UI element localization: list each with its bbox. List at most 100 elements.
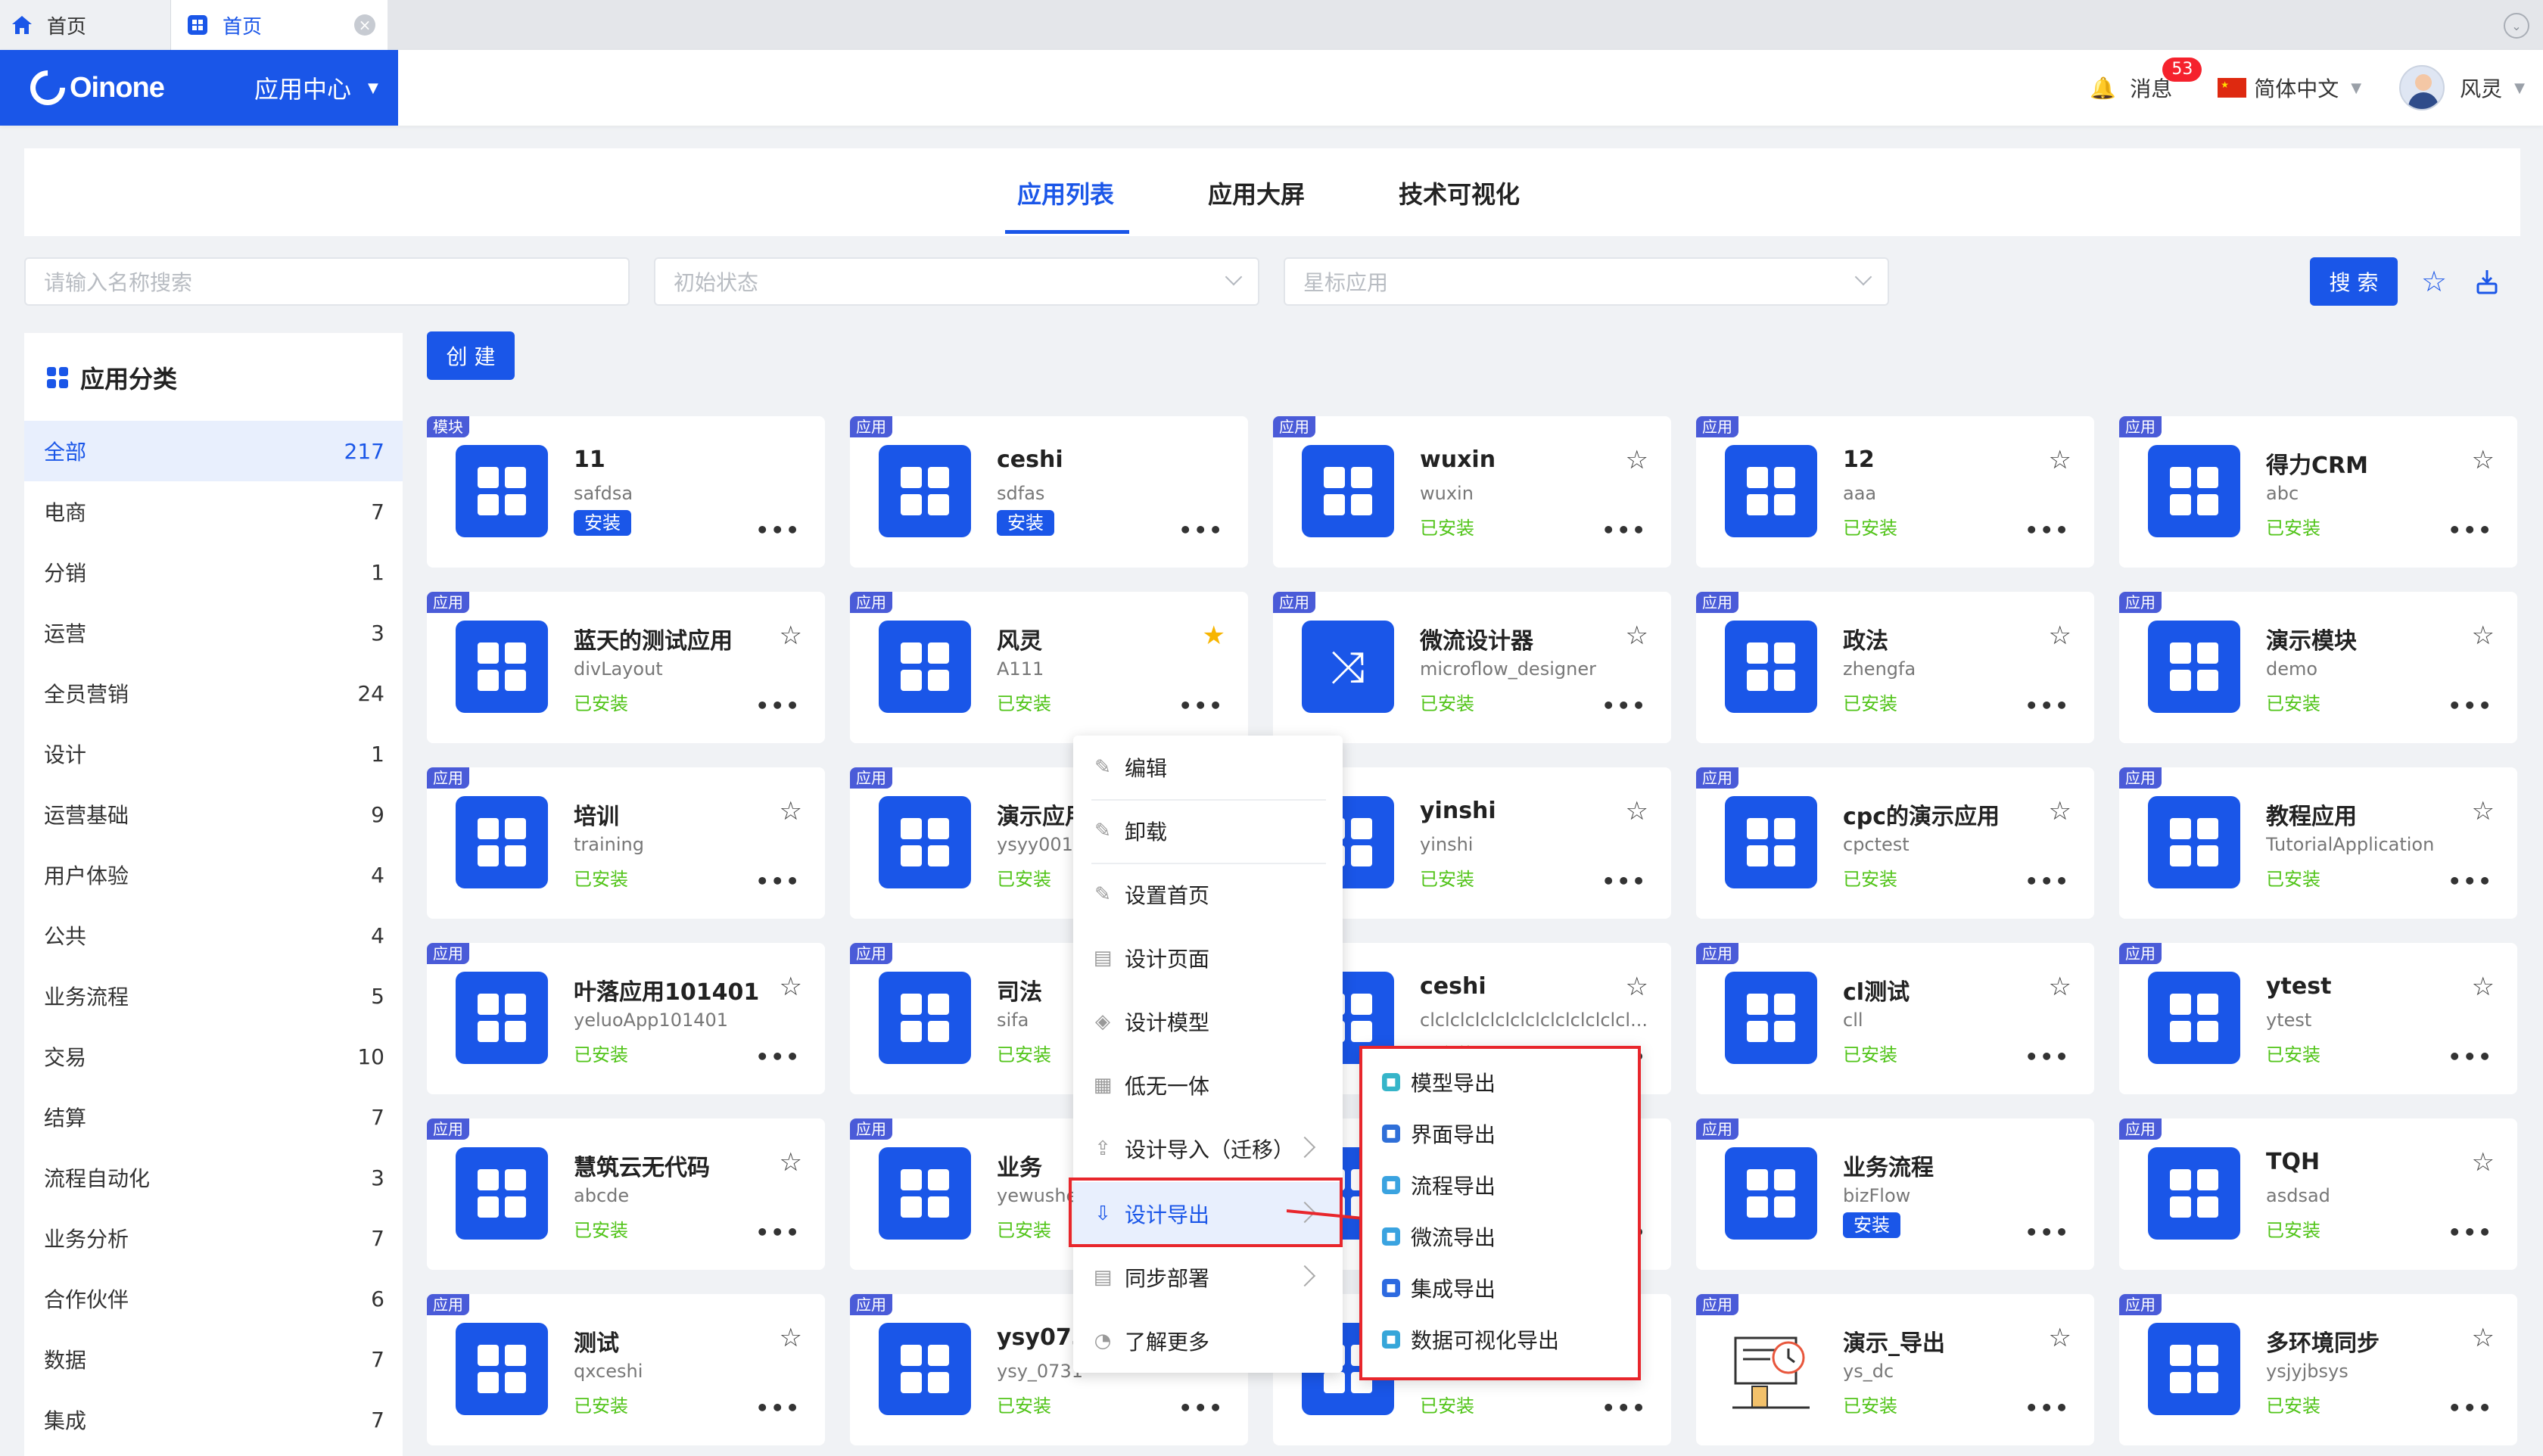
sidebar-item[interactable]: 业务流程 5 [24,966,403,1026]
chevron-down-icon[interactable]: ⌄ [2504,13,2529,39]
more-options-icon[interactable]: ••• [2448,518,2493,543]
star-icon[interactable]: ☆ [2472,445,2495,475]
more-options-icon[interactable]: ••• [755,1395,801,1420]
app-card[interactable]: 应用 演示_导出 ys_dc 已安装 ☆ ••• [1696,1294,2094,1445]
sidebar-item[interactable]: 全部 217 [24,421,403,481]
app-card[interactable]: 模块 11 safdsa 安装 ••• [427,416,825,568]
card-status[interactable]: 安装 [1843,1212,1900,1238]
tab-app-list[interactable]: 应用列表 [1017,176,1114,210]
star-icon[interactable]: ☆ [1626,445,1648,475]
app-card[interactable]: 应用 cl测试 cll 已安装 ☆ ••• [1696,943,2094,1094]
star-icon[interactable]: ☆ [2049,621,2071,651]
context-menu-item[interactable]: ◈ 设计模型 [1073,990,1343,1053]
messages-button[interactable]: 🔔 消息 53 [2090,58,2202,103]
more-options-icon[interactable]: ••• [755,693,801,718]
star-select[interactable]: 星标应用 [1284,257,1889,306]
more-options-icon[interactable]: ••• [2025,1044,2070,1069]
app-card[interactable]: 应用 演示模块 demo 已安装 ☆ ••• [2119,592,2517,743]
context-menu-item[interactable]: ✎ 卸载 [1073,799,1343,863]
star-icon[interactable]: ☆ [2049,796,2071,826]
search-button[interactable]: 搜 索 [2310,257,2398,306]
star-icon[interactable]: ☆ [780,1323,802,1353]
name-search-input[interactable]: 请输入名称搜索 [24,257,630,306]
star-icon[interactable]: ☆ [780,972,802,1002]
more-options-icon[interactable]: ••• [2448,693,2493,718]
language-select[interactable]: 简体中文 ▼ [2218,73,2361,103]
app-card[interactable]: 应用 风灵 A111 已安装 ★ ••• [850,592,1248,743]
context-menu-item[interactable]: ▤ 设计页面 [1073,926,1343,990]
sidebar-item[interactable]: 全员营销 24 [24,663,403,723]
tab-app-screen[interactable]: 应用大屏 [1208,176,1305,210]
star-icon[interactable]: ☆ [780,1147,802,1178]
install-icon[interactable] [2470,265,2504,298]
star-icon[interactable]: ☆ [2049,445,2071,475]
sidebar-item[interactable]: 结算 7 [24,1087,403,1147]
browser-tab-active[interactable]: 首页 × [171,0,388,50]
sidebar-item[interactable]: 分销 1 [24,542,403,602]
sidebar-item[interactable]: 用户体验 4 [24,845,403,905]
app-card[interactable]: 应用 政法 zhengfa 已安装 ☆ ••• [1696,592,2094,743]
context-menu-item[interactable]: ✎ 编辑 [1073,736,1343,799]
more-options-icon[interactable]: ••• [1601,693,1647,718]
sidebar-item[interactable]: 公共 4 [24,905,403,966]
star-icon[interactable]: ☆ [780,621,802,651]
more-options-icon[interactable]: ••• [2448,869,2493,894]
star-icon[interactable]: ☆ [1626,796,1648,826]
star-icon[interactable]: ☆ [2049,972,2071,1002]
app-card[interactable]: 应用 wuxin wuxin 已安装 ☆ ••• [1273,416,1671,568]
more-options-icon[interactable]: ••• [2025,1220,2070,1245]
sidebar-item[interactable]: 数据 7 [24,1329,403,1389]
sidebar-item[interactable]: 交易 10 [24,1026,403,1087]
more-options-icon[interactable]: ••• [755,1220,801,1245]
more-options-icon[interactable]: ••• [755,1044,801,1069]
app-card[interactable]: 应用 测试 qxceshi 已安装 ☆ ••• [427,1294,825,1445]
sidebar-item[interactable]: 运营基础 9 [24,784,403,845]
close-tab-icon[interactable]: × [354,14,375,36]
app-card[interactable]: 应用 ceshi sdfas 安装 ••• [850,416,1248,568]
more-options-icon[interactable]: ••• [2025,1395,2070,1420]
context-menu-item[interactable]: ◔ 了解更多 [1073,1309,1343,1373]
more-options-icon[interactable]: ••• [755,518,801,543]
star-icon[interactable]: ☆ [2472,1323,2495,1353]
app-card[interactable]: 应用 cpc的演示应用 cpctest 已安装 ☆ ••• [1696,767,2094,919]
sidebar-item[interactable]: 电商 7 [24,481,403,542]
more-options-icon[interactable]: ••• [755,869,801,894]
context-menu-item[interactable]: ⇪ 设计导入（迁移） [1073,1117,1343,1181]
more-options-icon[interactable]: ••• [2025,869,2070,894]
more-options-icon[interactable]: ••• [1178,693,1224,718]
star-icon[interactable]: ☆ [2472,621,2495,651]
browser-tab-home[interactable]: 首页 [0,0,171,50]
more-options-icon[interactable]: ••• [2025,693,2070,718]
context-menu-item[interactable]: ✎ 设置首页 [1073,863,1343,926]
app-card[interactable]: 应用 教程应用 TutorialApplication 已安装 ☆ ••• [2119,767,2517,919]
sidebar-item[interactable]: 设计 1 [24,723,403,784]
sidebar-item[interactable]: 运营 3 [24,602,403,663]
star-icon[interactable]: ☆ [2472,796,2495,826]
app-card[interactable]: 应用 ⤨ 微流设计器 microflow_designer 已安装 ☆ ••• [1273,592,1671,743]
star-icon[interactable]: ☆ [2472,1147,2495,1178]
app-card[interactable]: 应用 TQH asdsad 已安装 ☆ ••• [2119,1118,2517,1270]
app-card[interactable]: 应用 蓝天的测试应用 divLayout 已安装 ☆ ••• [427,592,825,743]
star-filter-icon[interactable]: ☆ [2417,265,2451,298]
star-icon[interactable]: ★ [1203,621,1225,651]
more-options-icon[interactable]: ••• [2448,1220,2493,1245]
app-card[interactable]: 应用 慧筑云无代码 abcde 已安装 ☆ ••• [427,1118,825,1270]
app-center-dropdown[interactable]: 应用中心 ▼ [254,50,378,126]
more-options-icon[interactable]: ••• [2025,518,2070,543]
more-options-icon[interactable]: ••• [2448,1044,2493,1069]
more-options-icon[interactable]: ••• [1178,1395,1224,1420]
app-card[interactable]: 应用 业务流程 bizFlow 安装 ••• [1696,1118,2094,1270]
star-icon[interactable]: ☆ [780,796,802,826]
sidebar-item[interactable]: 合作伙伴 6 [24,1268,403,1329]
app-card[interactable]: 应用 ytest ytest 已安装 ☆ ••• [2119,943,2517,1094]
app-card[interactable]: 应用 得力CRM abc 已安装 ☆ ••• [2119,416,2517,568]
card-status[interactable]: 安装 [574,510,631,536]
more-options-icon[interactable]: ••• [1601,1395,1647,1420]
more-options-icon[interactable]: ••• [2448,1395,2493,1420]
status-select[interactable]: 初始状态 [654,257,1259,306]
create-button[interactable]: 创 建 [427,331,515,380]
app-card[interactable]: 应用 12 aaa 已安装 ☆ ••• [1696,416,2094,568]
app-card[interactable]: 应用 叶落应用101401 yeluoApp101401 已安装 ☆ ••• [427,943,825,1094]
sidebar-item[interactable]: 流程自动化 3 [24,1147,403,1208]
tab-tech-visual[interactable]: 技术可视化 [1399,176,1520,210]
